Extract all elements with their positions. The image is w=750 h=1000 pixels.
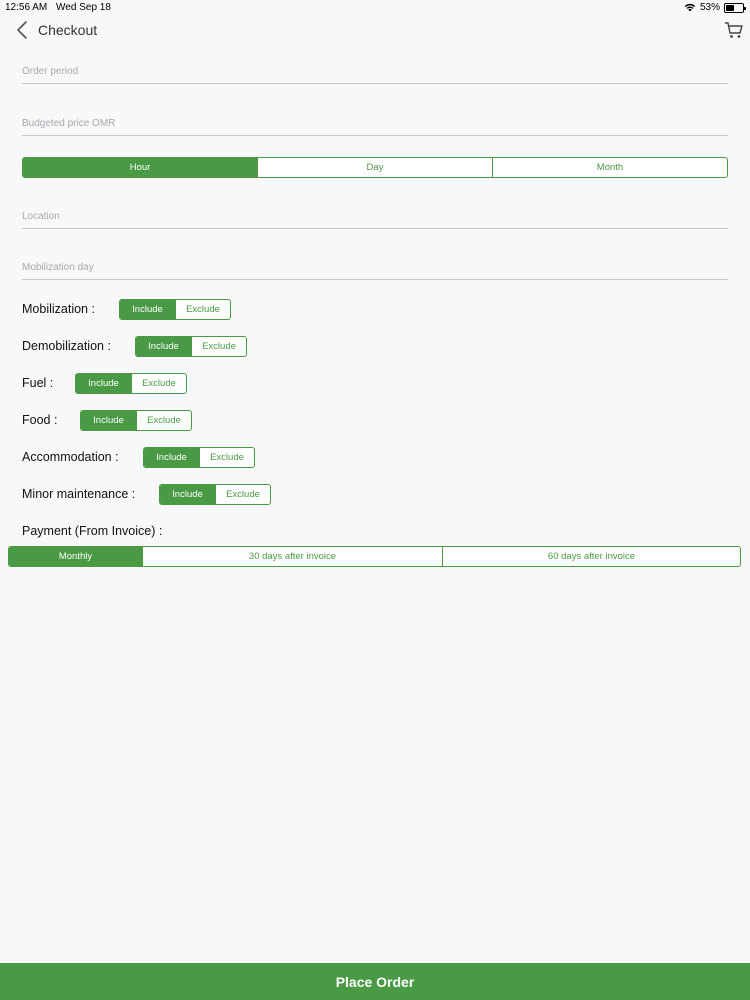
- period-option-day[interactable]: Day: [257, 158, 492, 177]
- nav-bar: Checkout: [0, 18, 750, 46]
- battery-icon: [724, 2, 746, 13]
- wifi-icon: [684, 3, 696, 12]
- payment-option-monthly[interactable]: Monthly: [9, 547, 142, 566]
- mobilization-include[interactable]: Include: [120, 300, 175, 319]
- period-segmented-control: Hour Day Month: [22, 157, 728, 178]
- back-button[interactable]: Checkout: [16, 20, 97, 40]
- accommodation-include[interactable]: Include: [144, 448, 199, 467]
- chevron-left-icon: [17, 21, 27, 39]
- location-field[interactable]: Location: [22, 207, 728, 229]
- fuel-include[interactable]: Include: [76, 374, 131, 393]
- fuel-label: Fuel :: [22, 376, 54, 390]
- page-title: Checkout: [38, 22, 98, 38]
- minor-maintenance-include[interactable]: Include: [160, 485, 215, 504]
- payment-option-60-days[interactable]: 60 days after invoice: [442, 547, 740, 566]
- budgeted-price-field[interactable]: Budgeted price OMR: [22, 114, 728, 136]
- status-left: 12:56 AM Wed Sep 18: [5, 2, 117, 13]
- status-bar: 12:56 AM Wed Sep 18 53%: [0, 0, 750, 16]
- accommodation-toggle: Include Exclude: [143, 447, 255, 468]
- demobilization-toggle: Include Exclude: [135, 336, 247, 357]
- battery-fill: [726, 4, 735, 11]
- period-option-month[interactable]: Month: [492, 158, 727, 177]
- mobilization-exclude[interactable]: Exclude: [175, 300, 230, 319]
- payment-option-30-days[interactable]: 30 days after invoice: [142, 547, 442, 566]
- mobilization-toggle: Include Exclude: [119, 299, 231, 320]
- accommodation-exclude[interactable]: Exclude: [199, 448, 254, 467]
- place-order-button[interactable]: Place Order: [0, 963, 750, 1000]
- order-period-field[interactable]: Order period: [22, 62, 728, 84]
- fuel-exclude[interactable]: Exclude: [131, 374, 186, 393]
- mobilization-day-field[interactable]: Mobilization day: [22, 258, 728, 280]
- payment-label: Payment (From Invoice) :: [22, 524, 163, 538]
- demobilization-exclude[interactable]: Exclude: [191, 337, 246, 356]
- status-date: Wed Sep 18: [56, 2, 111, 13]
- minor-maintenance-exclude[interactable]: Exclude: [215, 485, 270, 504]
- food-toggle: Include Exclude: [80, 410, 192, 431]
- accommodation-label: Accommodation :: [22, 450, 119, 464]
- period-option-hour[interactable]: Hour: [23, 158, 257, 177]
- minor-maintenance-label: Minor maintenance :: [22, 487, 136, 501]
- demobilization-include[interactable]: Include: [136, 337, 191, 356]
- food-exclude[interactable]: Exclude: [136, 411, 191, 430]
- cart-icon: [725, 22, 743, 38]
- status-time: 12:56 AM: [5, 2, 48, 13]
- mobilization-label: Mobilization :: [22, 302, 95, 316]
- food-label: Food :: [22, 413, 58, 427]
- cart-button[interactable]: [724, 20, 744, 45]
- minor-maintenance-toggle: Include Exclude: [159, 484, 271, 505]
- payment-segmented-control: Monthly 30 days after invoice 60 days af…: [8, 546, 741, 567]
- status-right: 53%: [684, 2, 746, 13]
- fuel-toggle: Include Exclude: [75, 373, 187, 394]
- food-include[interactable]: Include: [81, 411, 136, 430]
- demobilization-label: Demobilization :: [22, 339, 111, 353]
- battery-percent: 53%: [699, 2, 720, 13]
